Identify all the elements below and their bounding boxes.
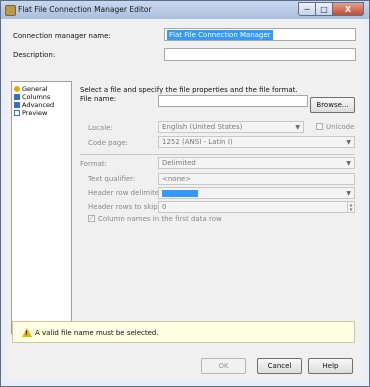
format-value: Delimited xyxy=(162,159,196,167)
nav-item-label: Preview xyxy=(22,109,48,117)
column-names-checkbox[interactable]: ✓ xyxy=(88,215,95,222)
nav-item-columns[interactable]: Columns xyxy=(14,93,50,101)
unicode-label: Unicode xyxy=(326,123,355,131)
file-name-input[interactable] xyxy=(158,95,308,107)
text-qualifier-label: Text qualifier: xyxy=(88,175,136,183)
chevron-down-icon: ▼ xyxy=(346,190,351,197)
format-label: Format: xyxy=(80,160,108,168)
delimiter-selection-highlight xyxy=(162,190,198,197)
status-message-bar: ! A valid file name must be selected. xyxy=(12,321,355,343)
chevron-down-icon: ▼ xyxy=(346,139,351,146)
header-row-delimiter-label: Header row delimiter: xyxy=(88,189,165,197)
app-icon xyxy=(5,5,16,16)
nav-item-label: Advanced xyxy=(22,101,55,109)
dialog-window: Flat File Connection Manager Editor ─ □ … xyxy=(0,0,370,387)
chevron-down-icon: ▼ xyxy=(346,160,351,167)
instruction-text: Select a file and specify the file prope… xyxy=(80,86,298,94)
locale-select[interactable]: English (United States) ▼ xyxy=(158,121,304,133)
connection-name-input[interactable]: Flat File Connection Manager xyxy=(164,28,356,41)
status-message: A valid file name must be selected. xyxy=(35,329,159,337)
code-page-select[interactable]: 1252 (ANSI - Latin I) ▼ xyxy=(158,136,355,148)
browse-button[interactable]: Browse... xyxy=(310,97,355,113)
description-label: Description: xyxy=(13,51,56,59)
advanced-icon xyxy=(14,102,20,108)
title-bar[interactable]: Flat File Connection Manager Editor ─ □ … xyxy=(1,1,369,19)
connection-name-label: Connection manager name: xyxy=(13,32,111,40)
chevron-down-icon: ▼ xyxy=(295,124,300,131)
maximize-button[interactable]: □ xyxy=(315,2,333,16)
minimize-button[interactable]: ─ xyxy=(298,2,316,16)
window-title: Flat File Connection Manager Editor xyxy=(18,5,152,14)
locale-label: Locale: xyxy=(88,124,113,132)
unicode-checkbox[interactable] xyxy=(316,123,323,130)
nav-item-label: General xyxy=(22,85,48,93)
description-input[interactable] xyxy=(164,48,356,61)
preview-icon xyxy=(14,110,20,116)
connection-name-value: Flat File Connection Manager xyxy=(167,30,273,40)
section-divider xyxy=(80,154,355,155)
header-row-delimiter-select[interactable]: ▼ xyxy=(158,187,355,199)
spin-arrows-icon[interactable]: ▲ ▼ xyxy=(347,202,354,212)
warning-mark: ! xyxy=(25,330,28,337)
general-icon xyxy=(14,86,20,92)
page-list: General Columns Advanced Preview xyxy=(11,81,72,334)
text-qualifier-input[interactable]: <none> xyxy=(158,173,355,185)
help-button[interactable]: Help xyxy=(308,358,353,374)
cancel-button[interactable]: Cancel xyxy=(257,358,302,374)
nav-item-advanced[interactable]: Advanced xyxy=(14,101,54,109)
code-page-value: 1252 (ANSI - Latin I) xyxy=(162,138,233,146)
columns-icon xyxy=(14,94,20,100)
locale-value: English (United States) xyxy=(162,123,243,131)
format-select[interactable]: Delimited ▼ xyxy=(158,157,355,169)
header-rows-skip-label: Header rows to skip: xyxy=(88,203,161,211)
header-rows-skip-value: 0 xyxy=(162,203,167,211)
close-button[interactable]: X xyxy=(332,2,364,16)
nav-item-label: Columns xyxy=(22,93,51,101)
nav-item-general[interactable]: General xyxy=(14,85,48,93)
ok-button[interactable]: OK xyxy=(201,358,246,374)
dialog-body: Connection manager name: Flat File Conne… xyxy=(7,20,364,381)
code-page-label: Code page: xyxy=(88,139,128,147)
nav-item-preview[interactable]: Preview xyxy=(14,109,47,117)
file-name-label: File name: xyxy=(80,95,117,103)
header-rows-skip-stepper[interactable]: 0 ▲ ▼ xyxy=(158,201,355,213)
column-names-label: Column names in the first data row xyxy=(98,215,222,223)
